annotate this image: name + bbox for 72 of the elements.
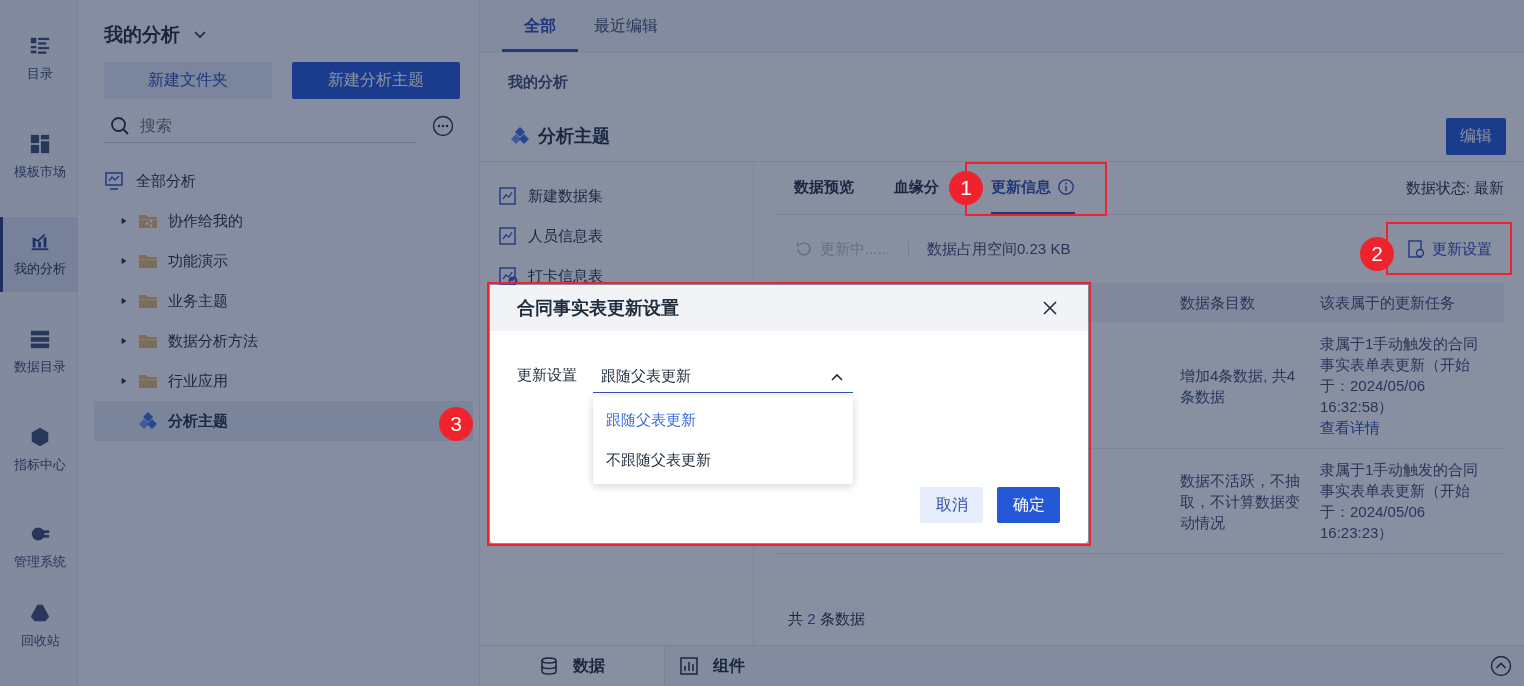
table-cell-text: 隶属于1手动触发的合同事实表单表更新（开始于：2024/05/06 16:32:58） bbox=[1320, 334, 1480, 417]
caret-icon[interactable] bbox=[120, 216, 128, 226]
tree-item[interactable]: 全部分析 bbox=[94, 161, 469, 201]
column-header: 该表属于的更新任务 bbox=[1319, 293, 1456, 313]
rail-item[interactable]: 管理系统 bbox=[0, 509, 77, 585]
table-cell-text: 隶属于1手动触发的合同事实表单表更新（开始于：2024/05/06 16:23:23） bbox=[1320, 460, 1480, 543]
caret-icon[interactable] bbox=[120, 336, 128, 346]
table-cell-text: 数据不活跃，不抽取，不计算数据变动情况 bbox=[1180, 470, 1301, 533]
cancel-button[interactable]: 取消 bbox=[920, 487, 983, 523]
caret-icon[interactable] bbox=[120, 296, 128, 306]
confirm-button[interactable]: 确定 bbox=[997, 487, 1060, 523]
tree-item[interactable]: 业务主题 bbox=[94, 281, 469, 321]
caret-icon[interactable] bbox=[120, 256, 128, 266]
chart-check-icon bbox=[498, 266, 518, 286]
page-title: 分析主题 bbox=[538, 125, 610, 148]
edit-button[interactable]: 编辑 bbox=[1446, 117, 1506, 155]
section-title: 我的分析 bbox=[104, 23, 180, 47]
step-badge: 1 bbox=[949, 171, 983, 205]
monitor-chart-icon bbox=[104, 171, 124, 191]
dataset-item[interactable]: 新建数据集 bbox=[480, 176, 753, 216]
settings-icon bbox=[1406, 239, 1426, 259]
tab[interactable]: 最近编辑 bbox=[588, 0, 664, 52]
cube-icon bbox=[29, 425, 51, 448]
rail-item[interactable]: 模板市场 bbox=[0, 119, 77, 195]
collapse-icon[interactable] bbox=[1490, 655, 1512, 677]
diamond-icon bbox=[510, 126, 530, 146]
database-icon bbox=[29, 328, 51, 350]
record-count: 共 2 条数据 bbox=[787, 610, 865, 629]
refresh-icon bbox=[794, 239, 814, 259]
chart-file-icon bbox=[498, 226, 518, 246]
update-settings-button[interactable]: 更新设置 bbox=[1400, 235, 1498, 263]
dropdown-option[interactable]: 跟随父表更新 bbox=[593, 400, 853, 440]
tab[interactable]: 数据预览 bbox=[794, 162, 854, 214]
tree-item[interactable]: 功能演示 bbox=[94, 241, 469, 281]
tree-item[interactable]: 行业应用 bbox=[94, 361, 469, 401]
database-icon bbox=[539, 656, 559, 676]
step-badge: 2 bbox=[1360, 237, 1394, 271]
data-status: 数据状态: 最新 bbox=[1405, 178, 1504, 198]
info-icon[interactable] bbox=[1057, 178, 1075, 196]
grid-icon bbox=[29, 132, 51, 155]
rail-item[interactable]: 目录 bbox=[0, 22, 77, 97]
more-icon[interactable] bbox=[432, 115, 454, 137]
storage-info: 数据占用空间0.23 KB bbox=[927, 239, 1071, 259]
close-icon[interactable] bbox=[1042, 300, 1058, 316]
caret-icon[interactable] bbox=[120, 376, 128, 386]
rail-item[interactable]: 指标中心 bbox=[0, 412, 77, 487]
rail-item[interactable]: 数据目录 bbox=[0, 314, 77, 390]
search-icon bbox=[110, 116, 130, 136]
tab[interactable]: 更新信息 bbox=[991, 162, 1075, 214]
search-field[interactable]: 搜索 bbox=[104, 109, 416, 143]
column-header: 数据条目数 bbox=[1179, 293, 1256, 313]
bar-chart-icon bbox=[679, 656, 699, 676]
diamond-icon bbox=[138, 411, 158, 431]
new-button[interactable]: 新建文件夹 bbox=[104, 62, 272, 99]
new-button[interactable]: 新建分析主题 bbox=[292, 62, 460, 99]
update-mode-select[interactable]: 跟随父表更新 bbox=[593, 361, 853, 393]
tab[interactable]: 数据 bbox=[480, 646, 665, 686]
dialog-title: 合同事实表更新设置 bbox=[517, 297, 679, 320]
dropdown-option[interactable]: 不跟随父表更新 bbox=[593, 440, 853, 480]
breadcrumb[interactable]: 我的分析 bbox=[480, 53, 568, 111]
rail-item[interactable]: 回收站 bbox=[0, 588, 77, 664]
tree-item[interactable]: 数据分析方法 bbox=[94, 321, 469, 361]
field-label: 更新设置 bbox=[517, 365, 577, 385]
tree-item[interactable]: 协作给我的 bbox=[94, 201, 469, 241]
rail-item[interactable]: 我的分析 bbox=[0, 217, 77, 292]
tab[interactable]: 全部 bbox=[502, 0, 578, 52]
table-cell-text: 增加4条数据, 共4条数据 bbox=[1180, 365, 1297, 407]
tab[interactable]: 血缘分 bbox=[894, 162, 939, 214]
tab[interactable]: 组件 bbox=[665, 646, 759, 686]
details-link[interactable]: 查看详情 bbox=[1320, 417, 1380, 438]
dataset-item[interactable]: 人员信息表 bbox=[480, 216, 753, 256]
chart-file-icon bbox=[498, 186, 518, 206]
